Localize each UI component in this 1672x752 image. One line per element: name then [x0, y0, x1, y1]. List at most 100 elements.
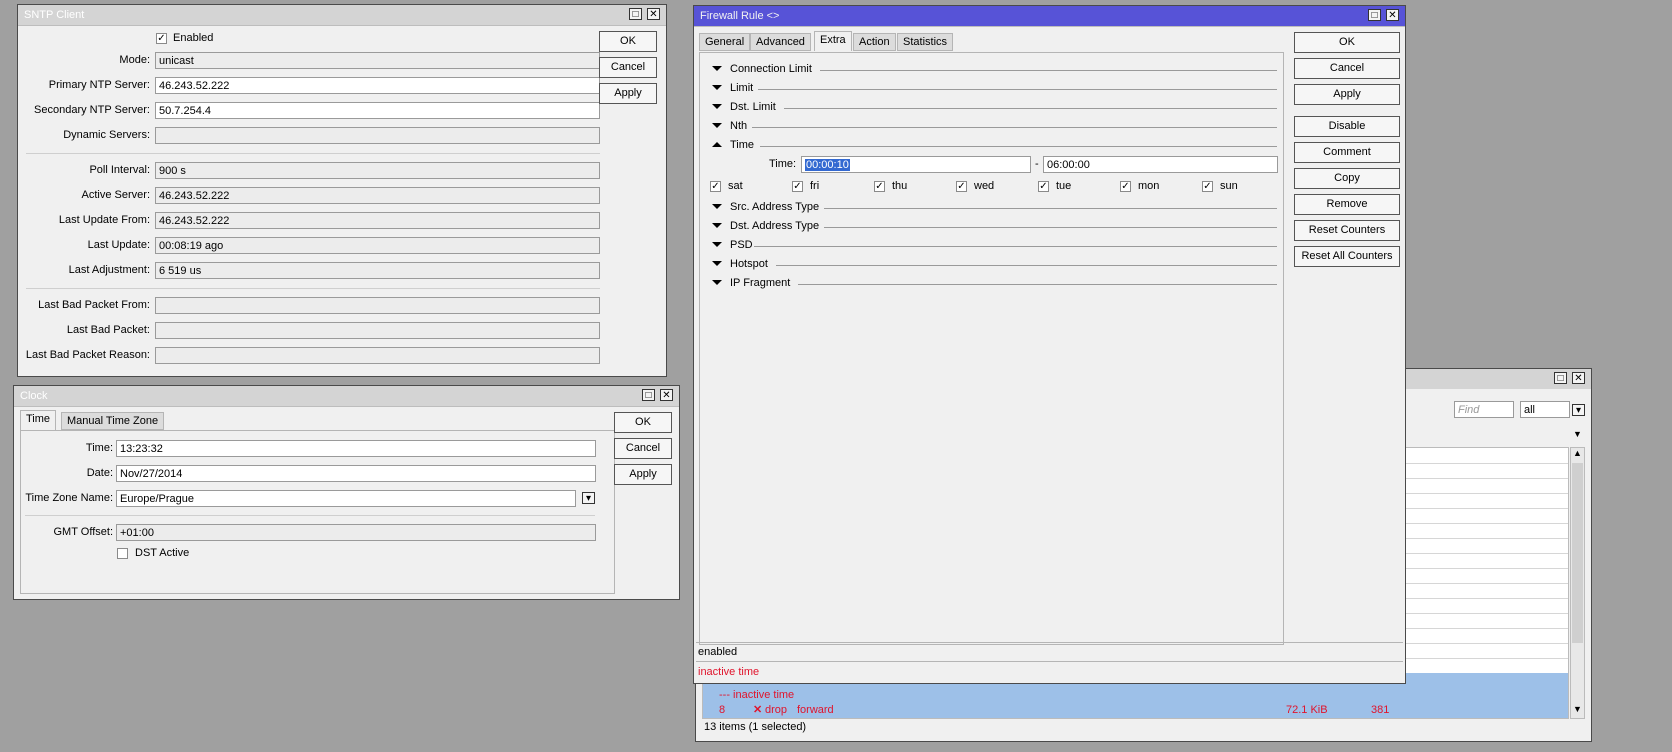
- section-dst-limit[interactable]: Dst. Limit: [712, 100, 1277, 116]
- reset-all-counters-button[interactable]: Reset All Counters: [1294, 246, 1400, 267]
- close-icon[interactable]: ✕: [1572, 372, 1585, 384]
- cancel-button[interactable]: Cancel: [614, 438, 672, 459]
- section-limit[interactable]: Limit: [712, 81, 1277, 97]
- section-connection-limit[interactable]: Connection Limit: [712, 62, 1277, 78]
- remove-button[interactable]: Remove: [1294, 194, 1400, 215]
- day-checkbox-thu[interactable]: ✓: [874, 181, 885, 192]
- tab-time[interactable]: Time: [20, 410, 57, 430]
- section-hotspot[interactable]: Hotspot: [712, 257, 1277, 273]
- section-time[interactable]: Time: [712, 138, 1277, 154]
- dynamic-servers-field: [155, 127, 600, 144]
- field-label: Active Server:: [81, 189, 150, 201]
- tab-action[interactable]: Action: [853, 33, 896, 51]
- expand-icon[interactable]: [712, 123, 722, 128]
- filter-dropdown-icon[interactable]: ▾: [1572, 404, 1585, 416]
- comment-row[interactable]: --- inactive time: [703, 688, 1568, 703]
- date-input[interactable]: Nov/27/2014: [116, 465, 596, 482]
- expand-icon[interactable]: [712, 204, 722, 209]
- find-input[interactable]: Find: [1454, 401, 1514, 418]
- day-checkbox-sun[interactable]: ✓: [1202, 181, 1213, 192]
- field-label: Last Adjustment:: [68, 264, 150, 276]
- time-to-input[interactable]: 06:00:00: [1043, 156, 1278, 173]
- list-status: 13 items (1 selected): [704, 721, 807, 733]
- expand-icon[interactable]: [712, 261, 722, 266]
- field-label: Last Bad Packet:: [66, 324, 150, 336]
- expand-icon[interactable]: [712, 242, 722, 247]
- tab-advanced[interactable]: Advanced: [750, 33, 811, 51]
- expand-icon[interactable]: [712, 104, 722, 109]
- cancel-button[interactable]: Cancel: [599, 57, 657, 78]
- expand-icon[interactable]: [712, 85, 722, 90]
- list-scrollbar[interactable]: ▲ ▼: [1570, 447, 1585, 719]
- list-header-dropdown-icon[interactable]: ▼: [1570, 429, 1585, 444]
- close-icon[interactable]: ✕: [647, 8, 660, 20]
- copy-button[interactable]: Copy: [1294, 168, 1400, 189]
- row-chain: forward: [797, 704, 834, 716]
- filter-select[interactable]: all: [1520, 401, 1570, 418]
- apply-button[interactable]: Apply: [1294, 84, 1400, 105]
- sntp-client-window: SNTP Client □ ✕ ✓ Enabled Mode: unicast …: [17, 4, 667, 377]
- apply-button[interactable]: Apply: [599, 83, 657, 104]
- clock-titlebar[interactable]: Clock □ ✕: [14, 386, 679, 407]
- day-label: mon: [1138, 180, 1160, 192]
- scroll-thumb[interactable]: [1572, 463, 1583, 643]
- day-label: fri: [810, 180, 820, 192]
- section-nth[interactable]: Nth: [712, 119, 1277, 135]
- expand-icon[interactable]: [712, 66, 722, 71]
- ok-button[interactable]: OK: [1294, 32, 1400, 53]
- maximize-icon[interactable]: □: [1554, 372, 1567, 384]
- timezone-select[interactable]: Europe/Prague: [116, 490, 576, 507]
- table-row[interactable]: 8 ✕ drop forward 72.1 KiB 381: [703, 703, 1568, 718]
- day-label: thu: [892, 180, 908, 192]
- dst-active-checkbox[interactable]: [117, 548, 128, 559]
- expand-icon[interactable]: [712, 223, 722, 228]
- tab-extra[interactable]: Extra: [814, 31, 852, 51]
- apply-button[interactable]: Apply: [614, 464, 672, 485]
- clock-panel: Time: 13:23:32 Date: Nov/27/2014 Time Zo…: [20, 430, 615, 594]
- reset-counters-button[interactable]: Reset Counters: [1294, 220, 1400, 241]
- day-checkbox-mon[interactable]: ✓: [1120, 181, 1131, 192]
- primary-ntp-input[interactable]: 46.243.52.222: [155, 77, 600, 94]
- day-checkbox-wed[interactable]: ✓: [956, 181, 967, 192]
- section-ip-fragment[interactable]: IP Fragment: [712, 276, 1277, 292]
- secondary-ntp-input[interactable]: 50.7.254.4: [155, 102, 600, 119]
- collapse-icon[interactable]: [712, 142, 722, 147]
- day-checkbox-fri[interactable]: ✓: [792, 181, 803, 192]
- time-from-input[interactable]: 00:00:10: [801, 156, 1031, 173]
- close-icon[interactable]: ✕: [1386, 9, 1399, 21]
- maximize-icon[interactable]: □: [642, 389, 655, 401]
- window-title: Clock: [20, 390, 48, 402]
- enabled-checkbox[interactable]: ✓: [156, 33, 167, 44]
- field-label: Last Bad Packet Reason:: [25, 349, 150, 361]
- scroll-up-icon[interactable]: ▲: [1571, 448, 1584, 462]
- extra-panel: Connection Limit Limit Dst. Limit Nth Ti…: [699, 52, 1284, 645]
- timezone-dropdown-icon[interactable]: ▾: [582, 492, 595, 504]
- section-psd[interactable]: PSD: [712, 238, 1277, 254]
- firewall-titlebar[interactable]: Firewall Rule <> □ ✕: [694, 6, 1405, 27]
- section-dst-address-type[interactable]: Dst. Address Type: [712, 219, 1277, 235]
- section-src-address-type[interactable]: Src. Address Type: [712, 200, 1277, 216]
- last-bad-packet-reason-field: [155, 347, 600, 364]
- ok-button[interactable]: OK: [599, 31, 657, 52]
- scroll-down-icon[interactable]: ▼: [1571, 704, 1584, 718]
- tab-manual-time-zone[interactable]: Manual Time Zone: [61, 412, 165, 430]
- maximize-icon[interactable]: □: [629, 8, 642, 20]
- last-bad-packet-field: [155, 322, 600, 339]
- tab-general[interactable]: General: [699, 33, 751, 51]
- maximize-icon[interactable]: □: [1368, 9, 1381, 21]
- day-checkbox-tue[interactable]: ✓: [1038, 181, 1049, 192]
- tab-statistics[interactable]: Statistics: [897, 33, 954, 51]
- close-icon[interactable]: ✕: [660, 389, 673, 401]
- cancel-button[interactable]: Cancel: [1294, 58, 1400, 79]
- ok-button[interactable]: OK: [614, 412, 672, 433]
- window-title: Firewall Rule <>: [700, 10, 780, 22]
- expand-icon[interactable]: [712, 280, 722, 285]
- time-input[interactable]: 13:23:32: [116, 440, 596, 457]
- comment-button[interactable]: Comment: [1294, 142, 1400, 163]
- field-label: Dynamic Servers:: [63, 129, 150, 141]
- disable-button[interactable]: Disable: [1294, 116, 1400, 137]
- mode-field[interactable]: unicast: [155, 52, 600, 69]
- day-checkbox-sat[interactable]: ✓: [710, 181, 721, 192]
- field-label: Primary NTP Server:: [48, 79, 150, 91]
- sntp-titlebar[interactable]: SNTP Client □ ✕: [18, 5, 666, 26]
